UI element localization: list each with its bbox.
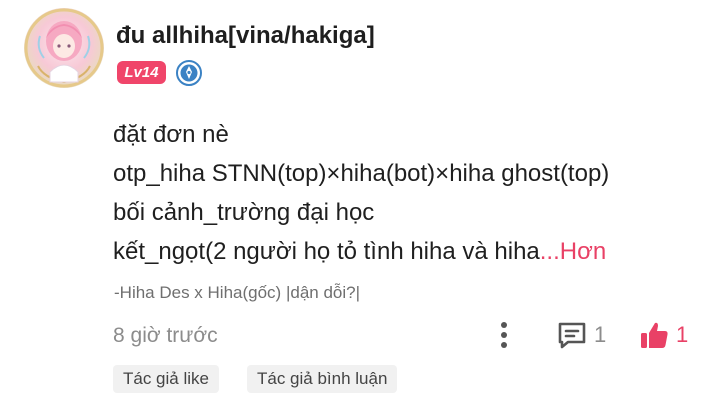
post-tag-line: -Hiha Des x Hiha(gốc) |dận dỗi?| [114,283,361,302]
avatar[interactable] [24,8,104,88]
post-content-line: đặt đơn nè [113,121,229,148]
post-content-line: bối cảnh_trường đại học [113,199,375,226]
comment-button[interactable]: 1 [556,318,606,352]
author-liked-chip: Tác giả like [113,365,219,393]
post-content-line: otp_hiha STNN(top)×hiha(bot)×hiha ghost(… [113,160,610,187]
author-commented-chip: Tác giả bình luận [247,365,398,393]
post-content[interactable]: đặt đơn nè otp_hiha STNN(top)×hiha(bot)×… [113,115,703,271]
verified-badge-icon [176,60,202,86]
post-content-text: kết_ngọt(2 người họ tỏ tình hiha và hiha [113,238,540,265]
comment-count: 1 [594,322,607,347]
read-more-link[interactable]: ...Hơn [540,238,606,265]
post-content-line-last: kết_ngọt(2 người họ tỏ tình hiha và hiha… [113,232,703,271]
thumbs-up-icon [641,322,668,348]
more-options-icon[interactable] [497,318,511,352]
post-timestamp: 8 giờ trước [113,324,218,347]
like-count: 1 [676,322,689,347]
comment-icon [558,322,586,349]
like-button[interactable]: 1 [638,318,688,352]
author-name[interactable]: đu allhiha[vina/hakiga] [116,22,375,50]
level-badge: Lv14 [117,61,166,84]
